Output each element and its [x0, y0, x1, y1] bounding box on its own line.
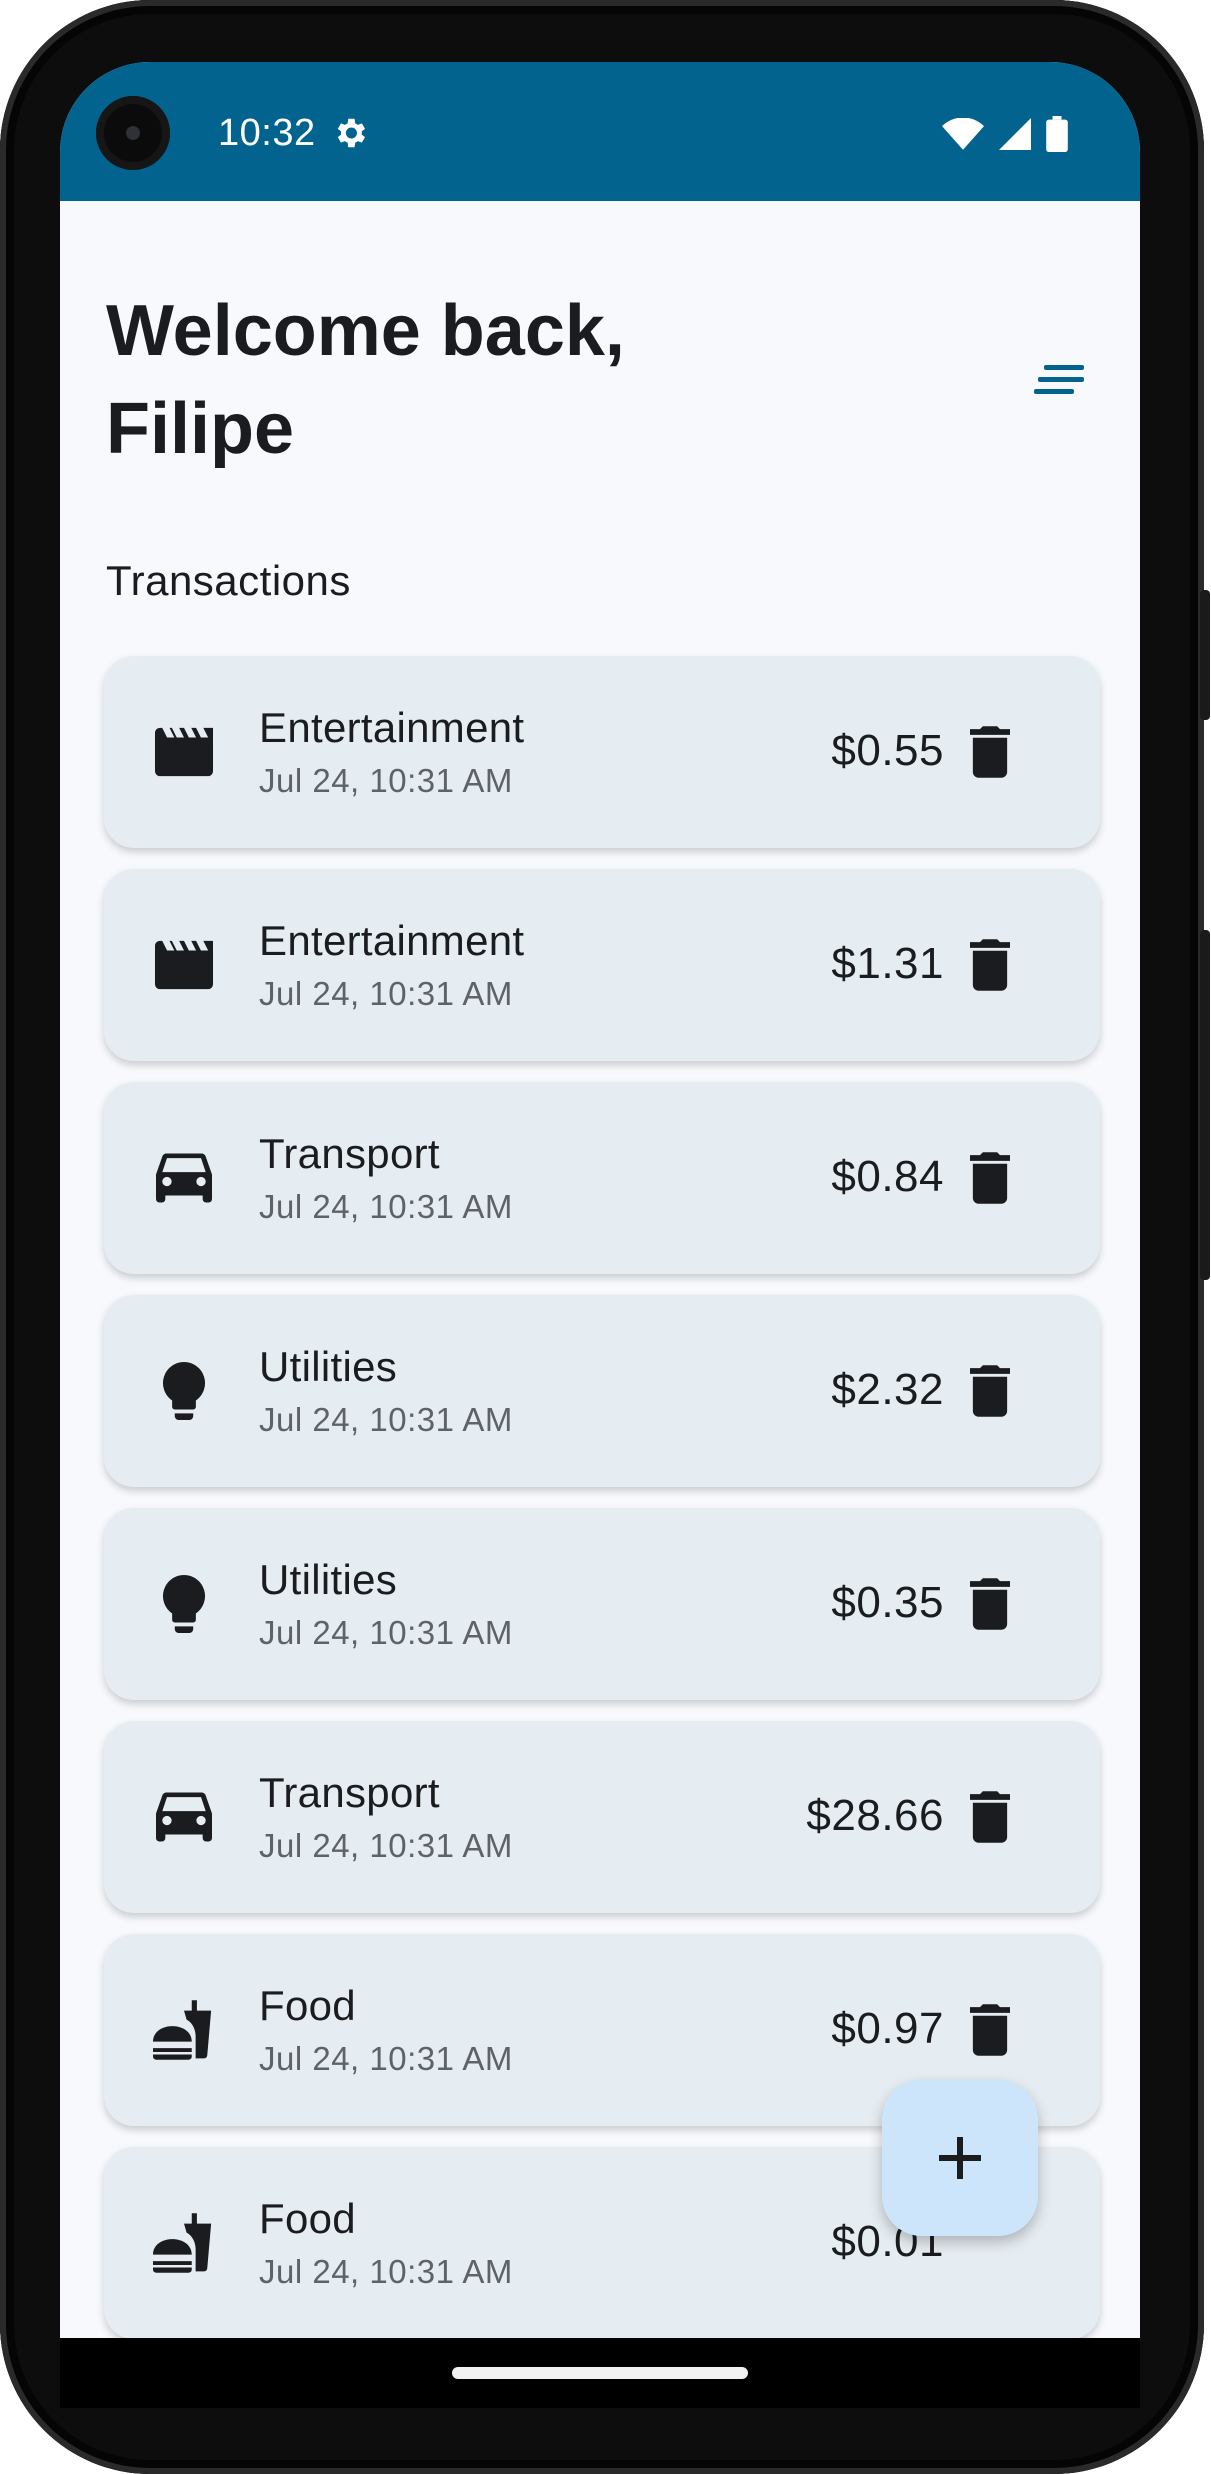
power-button: [1200, 590, 1210, 720]
status-bar: 10:32: [60, 62, 1140, 201]
trash-icon: [970, 1152, 1010, 1204]
trash-icon: [970, 1578, 1010, 1630]
transaction-amount: $0.55: [831, 726, 944, 775]
transaction-category: Food: [259, 2195, 356, 2242]
trash-icon: [970, 726, 1010, 778]
transaction-date: Jul 24, 10:31 AM: [259, 1401, 513, 1438]
home-indicator[interactable]: [452, 2367, 748, 2379]
cellular-signal-icon: [999, 118, 1031, 150]
trash-icon: [970, 939, 1010, 991]
delete-button[interactable]: [956, 1570, 1024, 1638]
delete-button[interactable]: [956, 718, 1024, 786]
delete-button[interactable]: [956, 1996, 1024, 2064]
status-icons: [942, 116, 1068, 152]
transaction-card[interactable]: Utilities Jul 24, 10:31 AM $0.35: [104, 1508, 1100, 1700]
transaction-card[interactable]: Utilities Jul 24, 10:31 AM $2.32: [104, 1295, 1100, 1487]
trash-icon: [970, 1791, 1010, 1843]
transaction-category: Transport: [259, 1130, 440, 1177]
lightbulb-icon: [150, 1570, 218, 1638]
transaction-category: Entertainment: [259, 917, 525, 964]
section-title: Transactions: [106, 557, 351, 604]
transaction-date: Jul 24, 10:31 AM: [259, 2253, 513, 2290]
trash-icon: [970, 1365, 1010, 1417]
fastfood-icon: [150, 2209, 218, 2277]
transaction-category: Entertainment: [259, 704, 525, 751]
sort-button[interactable]: [1028, 352, 1092, 408]
transaction-card[interactable]: Entertainment Jul 24, 10:31 AM $0.55: [104, 656, 1100, 848]
trash-icon: [970, 2004, 1010, 2056]
transaction-date: Jul 24, 10:31 AM: [259, 975, 513, 1012]
movie-clapperboard-icon: [150, 931, 218, 999]
transaction-date: Jul 24, 10:31 AM: [259, 1188, 513, 1225]
delete-button[interactable]: [956, 1357, 1024, 1425]
page-title: Welcome back, Filipe: [106, 291, 625, 469]
front-camera: [96, 96, 170, 170]
volume-button: [1200, 930, 1210, 1280]
transaction-amount: $28.66: [806, 1791, 944, 1840]
lightbulb-icon: [150, 1357, 218, 1425]
add-transaction-button[interactable]: [882, 2080, 1038, 2236]
transaction-date: Jul 24, 10:31 AM: [259, 1614, 513, 1651]
settings-gear-icon: [337, 118, 366, 148]
sort-icon: [1034, 365, 1084, 394]
transaction-amount: $1.31: [831, 939, 944, 988]
transaction-date: Jul 24, 10:31 AM: [259, 762, 513, 799]
battery-icon: [1046, 116, 1068, 152]
transaction-card[interactable]: Transport Jul 24, 10:31 AM $0.84: [104, 1082, 1100, 1274]
transaction-amount: $0.35: [831, 1578, 944, 1627]
transaction-amount: $2.32: [831, 1365, 944, 1414]
plus-icon: [939, 2137, 981, 2179]
fastfood-icon: [150, 1996, 218, 2064]
transaction-card[interactable]: Entertainment Jul 24, 10:31 AM $1.31: [104, 869, 1100, 1061]
app-screen: 10:32 Welcome back, Filipe Transactions: [60, 62, 1140, 2338]
status-time: 10:32: [218, 112, 316, 154]
transaction-date: Jul 24, 10:31 AM: [259, 1827, 513, 1864]
delete-button[interactable]: [956, 1783, 1024, 1851]
transaction-amount: $0.84: [831, 1152, 944, 1201]
car-icon: [150, 1783, 218, 1851]
transaction-date: Jul 24, 10:31 AM: [259, 2040, 513, 2077]
car-icon: [150, 1144, 218, 1212]
transaction-category: Food: [259, 1982, 356, 2029]
transaction-card[interactable]: Transport Jul 24, 10:31 AM $28.66: [104, 1721, 1100, 1913]
delete-button[interactable]: [956, 931, 1024, 999]
transaction-category: Transport: [259, 1769, 440, 1816]
transaction-category: Utilities: [259, 1556, 398, 1603]
transaction-amount: $0.97: [831, 2004, 944, 2053]
transaction-category: Utilities: [259, 1343, 398, 1390]
movie-clapperboard-icon: [150, 718, 218, 786]
wifi-icon: [942, 118, 984, 150]
delete-button[interactable]: [956, 1144, 1024, 1212]
